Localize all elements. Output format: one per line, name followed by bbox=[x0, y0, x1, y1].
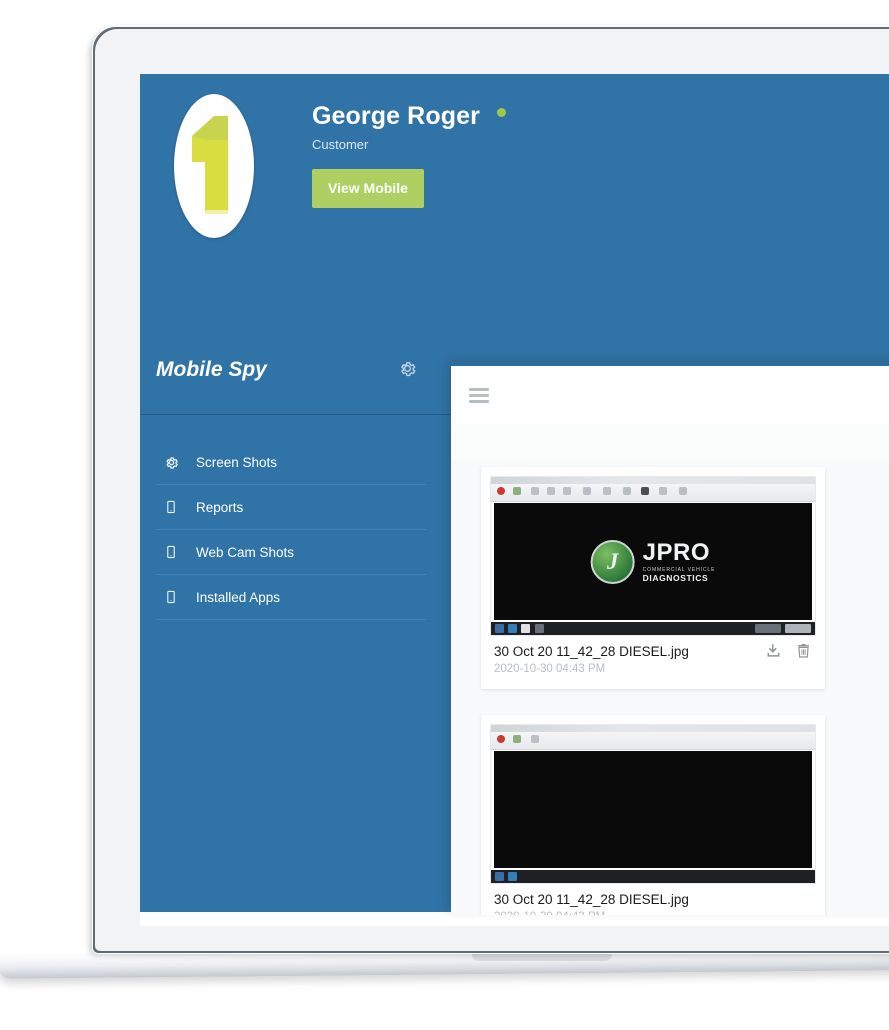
screenshot-card[interactable]: J JPRO COMMERCIAL VEHICLE DIAGNOSTICS 30… bbox=[481, 467, 825, 689]
screenshot-thumbnail[interactable]: J JPRO COMMERCIAL VEHICLE DIAGNOSTICS bbox=[490, 476, 816, 636]
profile-header: George Roger Customer View Mobile bbox=[140, 74, 889, 332]
status-badge bbox=[497, 108, 507, 117]
jpro-wordmark: JPRO bbox=[642, 538, 711, 566]
sidebar-item-reports[interactable]: Reports bbox=[156, 485, 426, 530]
sidebar-item-label: Reports bbox=[196, 499, 244, 515]
mobile-phone-icon bbox=[156, 545, 186, 559]
sidebar-item-web-cam-shots[interactable]: Web Cam Shots bbox=[156, 530, 426, 575]
gear-icon bbox=[156, 455, 186, 470]
file-name: 30 Oct 20 11_42_28 DIESEL.jpg bbox=[494, 892, 689, 907]
view-mobile-button[interactable]: View Mobile bbox=[312, 169, 424, 208]
laptop-base-notch bbox=[472, 954, 612, 961]
card-meta: 30 Oct 20 11_42_28 DIESEL.jpg 2020-10-30… bbox=[490, 636, 816, 685]
profile-role: Customer bbox=[312, 137, 369, 152]
jpro-badge-icon: J bbox=[590, 539, 635, 584]
screenshot-card[interactable]: 30 Oct 20 11_42_28 DIESEL.jpg 2020-10-30… bbox=[481, 715, 825, 915]
number-one-logo-icon bbox=[192, 116, 228, 217]
sidebar: Mobile Spy Screen Shots Reports Web Cam … bbox=[140, 332, 451, 912]
sidebar-divider bbox=[140, 414, 451, 415]
profile-text-block: George Roger Customer View Mobile bbox=[312, 102, 507, 208]
sidebar-item-label: Screen Shots bbox=[196, 454, 278, 470]
mobile-phone-icon bbox=[156, 500, 186, 514]
mobile-phone-icon bbox=[156, 590, 186, 604]
sidebar-item-label: Installed Apps bbox=[196, 589, 281, 605]
screenshot-gallery: J JPRO COMMERCIAL VEHICLE DIAGNOSTICS 30… bbox=[451, 461, 889, 915]
sidebar-item-label: Web Cam Shots bbox=[196, 544, 295, 560]
download-icon[interactable] bbox=[765, 642, 782, 664]
file-timestamp: 2020-10-30 04:43 PM bbox=[494, 663, 606, 675]
jpro-splash: J JPRO COMMERCIAL VEHICLE DIAGNOSTICS bbox=[494, 503, 812, 620]
app-name: Mobile Spy bbox=[156, 358, 267, 381]
avatar bbox=[174, 94, 254, 238]
jpro-tagline-2: DIAGNOSTICS bbox=[642, 572, 709, 583]
sidebar-nav: Screen Shots Reports Web Cam Shots Insta… bbox=[156, 440, 426, 620]
content-panel: J JPRO COMMERCIAL VEHICLE DIAGNOSTICS 30… bbox=[451, 363, 889, 915]
panel-topbar bbox=[451, 366, 889, 424]
file-timestamp: 2020-10-30 04:43 PM bbox=[494, 911, 812, 915]
page-title: George Roger bbox=[312, 102, 480, 130]
card-meta: 30 Oct 20 11_42_28 DIESEL.jpg 2020-10-30… bbox=[490, 884, 816, 915]
card-grid: J JPRO COMMERCIAL VEHICLE DIAGNOSTICS 30… bbox=[481, 467, 889, 915]
hamburger-menu-icon[interactable] bbox=[469, 388, 489, 403]
screenshot-thumbnail[interactable] bbox=[490, 724, 816, 884]
profile-name-row: George Roger bbox=[312, 102, 507, 131]
card-actions bbox=[765, 642, 812, 664]
laptop-screen: George Roger Customer View Mobile Mobile… bbox=[140, 74, 889, 926]
sidebar-item-installed-apps[interactable]: Installed Apps bbox=[156, 575, 426, 620]
panel-subbar bbox=[451, 424, 889, 461]
sidebar-item-screen-shots[interactable]: Screen Shots bbox=[156, 440, 426, 485]
sidebar-brand: Mobile Spy bbox=[156, 353, 435, 413]
laptop-mockup: George Roger Customer View Mobile Mobile… bbox=[0, 26, 889, 979]
gear-icon[interactable] bbox=[398, 359, 417, 378]
trash-icon[interactable] bbox=[795, 642, 812, 664]
